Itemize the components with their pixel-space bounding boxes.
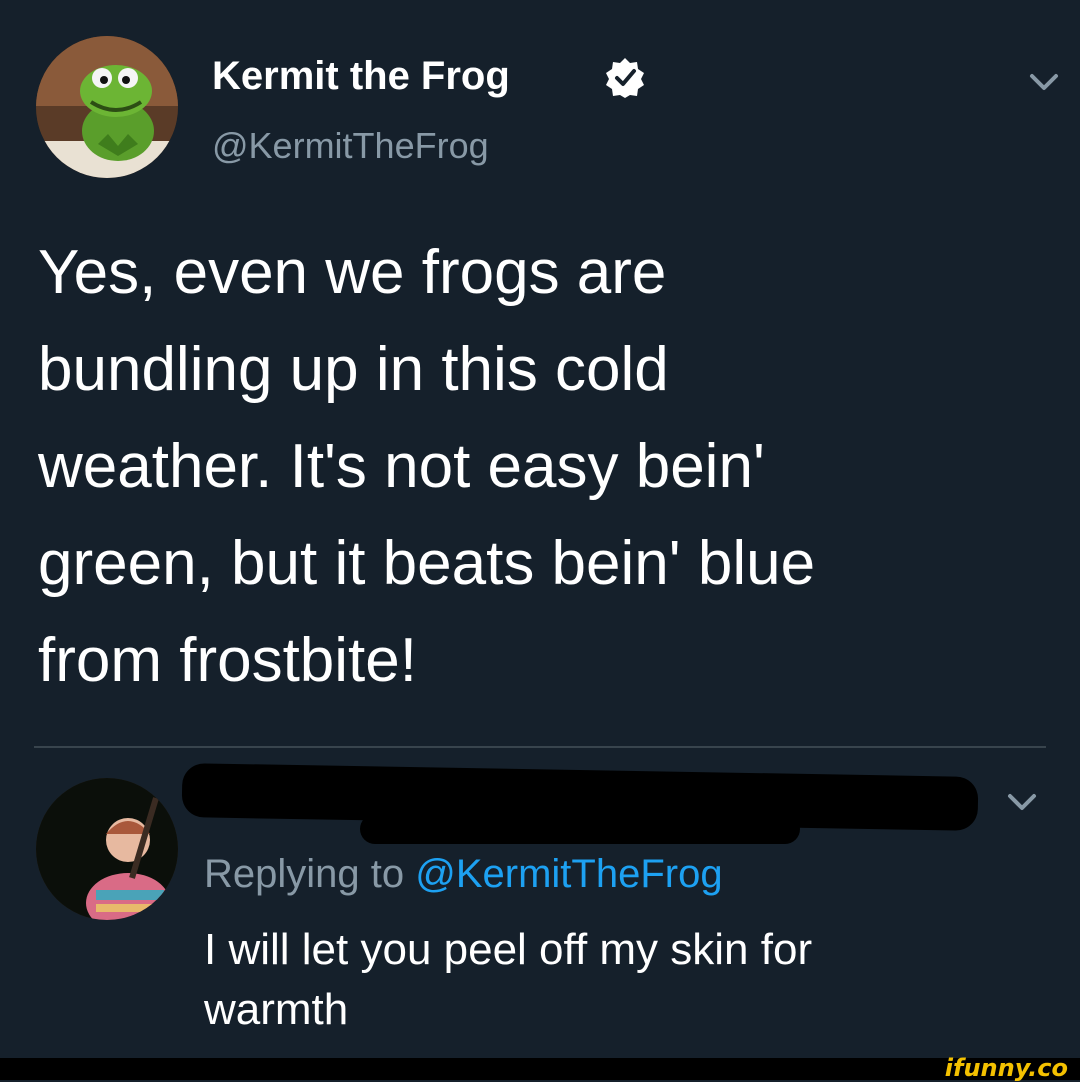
author-handle[interactable]: @KermitTheFrog xyxy=(212,124,489,168)
ifunny-watermark: ifunny.co xyxy=(944,1054,1068,1082)
chevron-down-icon[interactable] xyxy=(1002,782,1042,822)
verified-badge-icon xyxy=(604,56,646,98)
replying-to-mention[interactable]: @KermitTheFrog xyxy=(415,852,722,896)
footer-bar xyxy=(0,1058,1080,1080)
author-avatar[interactable] xyxy=(36,36,178,178)
redacted-handle xyxy=(360,814,800,844)
replying-to-prefix: Replying to xyxy=(204,852,416,896)
reply-text: I will let you peel off my skin for warm… xyxy=(204,925,813,1034)
chevron-down-icon[interactable] xyxy=(1024,62,1064,102)
tweet-text: Yes, even we frogs are bundling up in th… xyxy=(38,238,816,695)
author-name[interactable]: Kermit the Frog xyxy=(212,52,510,100)
reply-avatar[interactable] xyxy=(36,778,178,920)
divider xyxy=(34,746,1046,748)
reply-avatar-image xyxy=(36,778,178,920)
author-name-text: Kermit the Frog xyxy=(212,54,510,98)
replying-to: Replying to @KermitTheFrog xyxy=(204,848,723,900)
kermit-avatar-image xyxy=(36,36,178,178)
